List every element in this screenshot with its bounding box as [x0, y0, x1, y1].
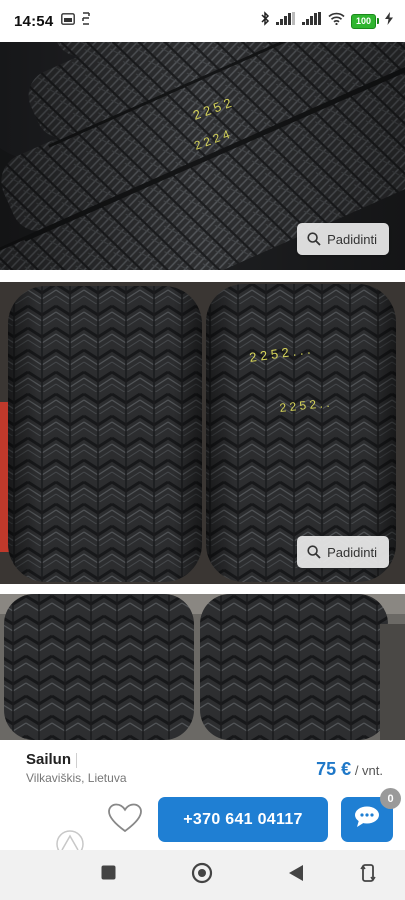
enlarge-label: Padidinti — [327, 544, 377, 560]
signal-icon — [301, 12, 322, 30]
message-count-badge: 0 — [380, 788, 401, 809]
magnifier-icon — [307, 232, 321, 246]
status-time: 14:54 — [14, 12, 54, 30]
magnifier-icon — [307, 545, 321, 559]
sim-icon — [81, 12, 91, 30]
signal-icon — [275, 12, 296, 30]
price-unit: / vnt. — [354, 763, 383, 778]
battery-icon: 100 — [350, 13, 379, 29]
enlarge-label: Padidinti — [327, 231, 377, 247]
favorite-button[interactable] — [105, 800, 145, 840]
back-icon — [288, 864, 304, 887]
rotate-button[interactable] — [357, 863, 379, 888]
photo-icon — [61, 12, 76, 30]
price-amount: 75 € — [316, 759, 352, 779]
status-right-icons: 100 — [260, 11, 393, 31]
rotate-icon — [360, 863, 376, 888]
wifi-icon — [328, 12, 345, 30]
listing-photo-1[interactable]: 2 2 5 2 2 2 2 4 Padidinti — [0, 42, 405, 270]
status-left-icons — [61, 12, 91, 30]
listing-brand: Sailun — [26, 751, 72, 768]
listing-location: Vilkaviškis, Lietuva — [26, 771, 127, 785]
call-button[interactable]: +370 641 04117 — [158, 797, 328, 842]
battery-level: 100 — [350, 13, 376, 29]
enlarge-button[interactable]: Padidinti — [297, 223, 389, 255]
divider — [76, 753, 77, 768]
home-icon — [191, 862, 213, 889]
recent-apps-button[interactable] — [97, 864, 119, 886]
listing-info: Sailun Vilkaviškis, Lietuva 75 € / vnt. — [0, 742, 405, 790]
home-button[interactable] — [191, 862, 213, 889]
listing-photo-3[interactable] — [0, 594, 405, 740]
system-nav-bar — [0, 850, 405, 900]
charging-icon — [385, 12, 393, 30]
screen: 14:54 100 Padidinti 2 2 5 2 . . . 2 2 5 … — [0, 0, 405, 900]
enlarge-button[interactable]: Padidinti — [297, 536, 389, 568]
chat-icon — [354, 806, 380, 833]
back-button[interactable] — [285, 864, 307, 886]
action-bar: +370 641 04117 0 — [0, 788, 405, 858]
heart-icon — [108, 803, 142, 838]
listing-photo-2[interactable]: 2 2 5 2 . . . 2 2 5 2 . . Padidinti — [0, 282, 405, 584]
recent-apps-icon — [101, 865, 116, 885]
status-bar: 14:54 100 — [0, 0, 405, 42]
price: 75 € / vnt. — [316, 759, 383, 780]
bluetooth-icon — [260, 11, 270, 31]
